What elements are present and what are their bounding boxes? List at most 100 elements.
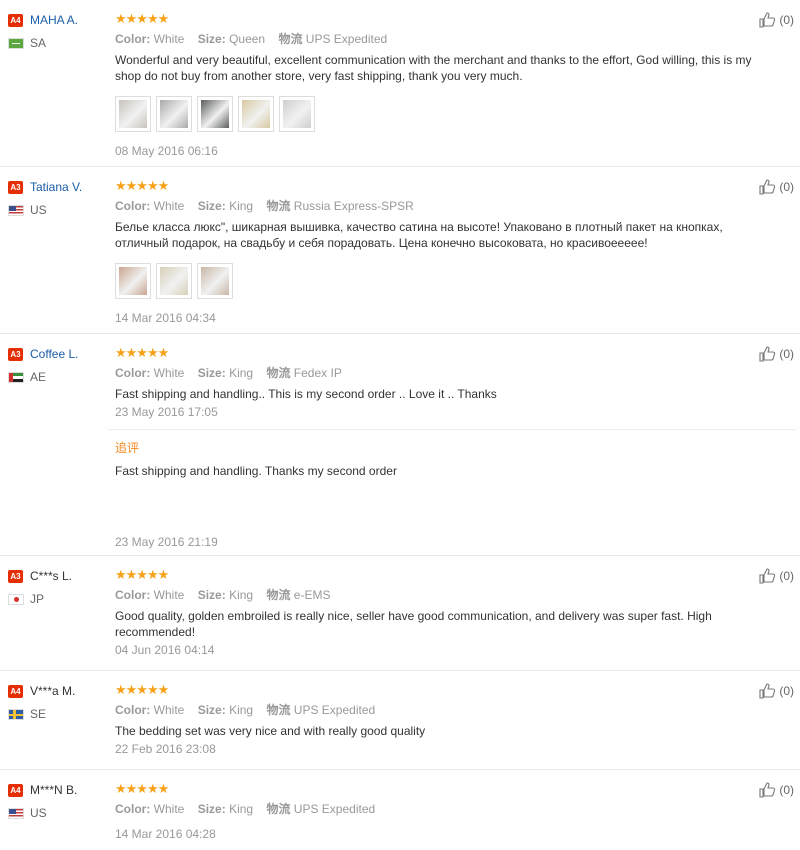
order-attributes: Color: White Size: King 物流 e-EMS <box>115 587 755 603</box>
shipping-value: Russia Express-SPSR <box>293 199 414 213</box>
color-label: Color: <box>115 366 151 380</box>
review-photo-thumbnail[interactable] <box>156 96 192 132</box>
review-text: The bedding set was very nice and with r… <box>115 724 426 738</box>
helpful-button[interactable]: (0) <box>759 12 794 28</box>
photo-placeholder <box>201 267 229 295</box>
size-value: King <box>229 199 254 213</box>
thumbs-up-icon <box>759 179 776 195</box>
shipping-label: 物流 <box>266 703 291 717</box>
reviewer-name[interactable]: Coffee L. <box>30 347 78 361</box>
photo-placeholder <box>283 100 311 128</box>
review-photo-thumbnail[interactable] <box>115 96 151 132</box>
reviewer-info: A3 Tatiana V. US <box>8 179 108 218</box>
helpful-count: (0) <box>779 347 794 361</box>
reviewer-info: A4 M***N B. US <box>8 782 108 821</box>
size-label: Size: <box>197 703 226 717</box>
reviewer-country: US <box>30 203 47 217</box>
size-label: Size: <box>197 802 226 816</box>
review-item: A4 MAHA A. SA ★★★★★ Color: White Size: Q… <box>0 0 800 167</box>
review-date: 23 May 2016 17:05 <box>115 405 218 419</box>
shipping-value: UPS Expedited <box>293 802 376 816</box>
review-photo-thumbnail[interactable] <box>156 263 192 299</box>
review-photo-thumbnail[interactable] <box>279 96 315 132</box>
color-value: White <box>153 199 185 213</box>
star-rating: ★★★★★ <box>115 345 169 360</box>
reviewer-country: JP <box>30 592 45 606</box>
review-photos <box>115 263 755 299</box>
review-date: 14 Mar 2016 04:34 <box>115 311 216 325</box>
review-photo-thumbnail[interactable] <box>197 263 233 299</box>
shipping-label: 物流 <box>266 802 291 816</box>
size-label: Size: <box>197 32 226 46</box>
buyer-level-badge: A4 <box>8 13 23 27</box>
reviewer-info: A4 V***a M. SE <box>8 683 108 722</box>
review-photo-thumbnail[interactable] <box>197 96 233 132</box>
order-attributes: Color: White Size: Queen 物流 UPS Expedite… <box>115 31 755 47</box>
helpful-button[interactable]: (0) <box>759 683 794 699</box>
review-item: A3 Tatiana V. US ★★★★★ Color: White Size… <box>0 167 800 334</box>
color-value: White <box>153 588 185 602</box>
size-value: King <box>229 588 254 602</box>
order-attributes: Color: White Size: King 物流 UPS Expedited <box>115 702 755 718</box>
shipping-label: 物流 <box>266 366 291 380</box>
followup-divider <box>108 429 796 430</box>
photo-placeholder <box>242 100 270 128</box>
star-rating: ★★★★★ <box>115 11 169 26</box>
reviewer-name[interactable]: Tatiana V. <box>30 180 82 194</box>
review-date: 04 Jun 2016 04:14 <box>115 643 215 657</box>
review-photo-thumbnail[interactable] <box>238 96 274 132</box>
reviewer-country: SE <box>30 707 47 721</box>
reviewer-name: C***s L. <box>30 569 73 583</box>
review-list: A4 MAHA A. SA ★★★★★ Color: White Size: Q… <box>0 0 800 848</box>
shipping-label: 物流 <box>278 32 303 46</box>
photo-placeholder <box>160 100 188 128</box>
review-photo-thumbnail[interactable] <box>115 263 151 299</box>
review-content: ★★★★★ Color: White Size: King 物流 Russia … <box>115 179 755 325</box>
reviewer-name: M***N B. <box>30 783 78 797</box>
reviewer-name[interactable]: MAHA A. <box>30 13 78 27</box>
flag-ae-icon <box>8 371 24 383</box>
followup-date: 23 May 2016 21:19 <box>115 535 218 549</box>
color-label: Color: <box>115 199 151 213</box>
thumbs-up-icon <box>759 683 776 699</box>
color-value: White <box>153 703 185 717</box>
shipping-value: e-EMS <box>293 588 331 602</box>
review-photos <box>115 96 755 132</box>
followup-review: 追评 Fast shipping and handling. Thanks my… <box>115 439 755 549</box>
reviewer-country: US <box>30 806 47 820</box>
shipping-value: Fedex IP <box>293 366 342 380</box>
shipping-label: 物流 <box>266 588 291 602</box>
shipping-value: UPS Expedited <box>293 703 376 717</box>
photo-placeholder <box>160 267 188 295</box>
followup-text: Fast shipping and handling. Thanks my se… <box>115 464 397 478</box>
helpful-count: (0) <box>779 783 794 797</box>
star-rating: ★★★★★ <box>115 178 169 193</box>
size-value: Queen <box>229 32 266 46</box>
helpful-button[interactable]: (0) <box>759 568 794 584</box>
review-content: ★★★★★ Color: White Size: King 物流 UPS Exp… <box>115 782 755 842</box>
size-value: King <box>229 366 254 380</box>
review-content: ★★★★★ Color: White Size: King 物流 Fedex I… <box>115 345 755 420</box>
review-content: ★★★★★ Color: White Size: King 物流 UPS Exp… <box>115 683 755 757</box>
review-content: ★★★★★ Color: White Size: King 物流 e-EMS G… <box>115 568 755 658</box>
helpful-button[interactable]: (0) <box>759 782 794 798</box>
thumbs-up-icon <box>759 782 776 798</box>
helpful-button[interactable]: (0) <box>759 179 794 195</box>
review-item: A3 Coffee L. AE ★★★★★ Color: White Size:… <box>0 334 800 556</box>
helpful-button[interactable]: (0) <box>759 346 794 362</box>
flag-us-icon <box>8 204 24 216</box>
shipping-value: UPS Expedited <box>305 32 388 46</box>
review-item: A4 M***N B. US ★★★★★ Color: White Size: … <box>0 770 800 848</box>
review-date: 14 Mar 2016 04:28 <box>115 827 216 841</box>
photo-placeholder <box>119 100 147 128</box>
reviewer-country: AE <box>30 370 47 384</box>
flag-se-icon <box>8 708 24 720</box>
photo-placeholder <box>201 100 229 128</box>
color-value: White <box>153 366 185 380</box>
thumbs-up-icon <box>759 568 776 584</box>
color-label: Color: <box>115 802 151 816</box>
reviewer-info: A4 MAHA A. SA <box>8 12 108 51</box>
photo-placeholder <box>119 267 147 295</box>
buyer-level-badge: A3 <box>8 347 23 361</box>
color-label: Color: <box>115 703 151 717</box>
